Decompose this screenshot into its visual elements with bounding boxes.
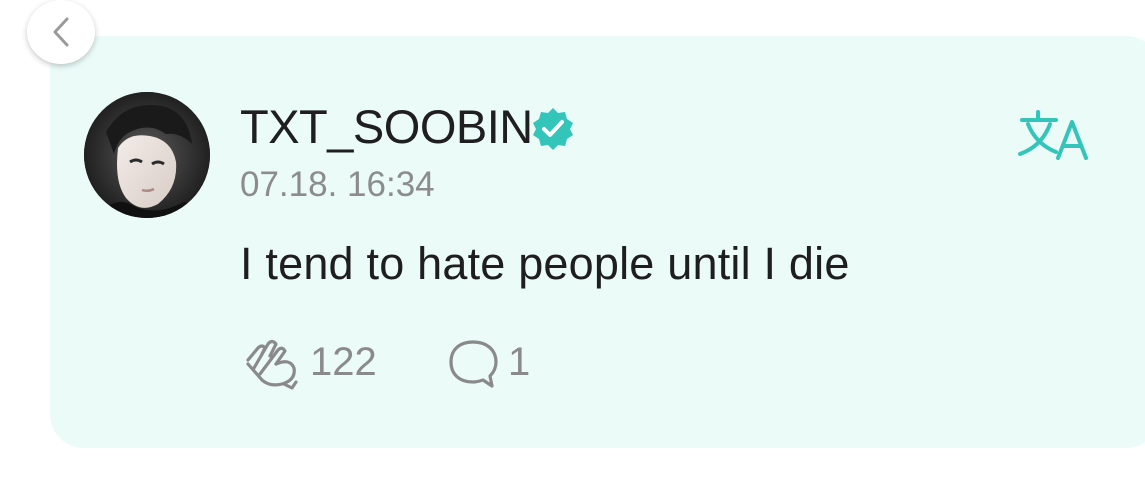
comment-bubble-icon xyxy=(449,340,498,388)
comment-count: 1 xyxy=(508,340,531,384)
avatar-image xyxy=(84,92,210,218)
username[interactable]: TXT_SOOBIN xyxy=(240,101,533,153)
post-timestamp: 07.18. 16:34 xyxy=(240,165,435,204)
chevron-left-icon xyxy=(53,17,69,47)
cheer-button[interactable]: 122 xyxy=(240,334,377,390)
comment-button[interactable]: 1 xyxy=(446,334,530,390)
screen: TXT_SOOBIN 07.18. 16:34 I tend to hate p… xyxy=(0,0,1145,481)
back-button[interactable] xyxy=(27,0,95,64)
post-text: I tend to hate people until I die xyxy=(240,238,850,289)
cheer-hand-icon xyxy=(246,339,298,390)
avatar[interactable] xyxy=(84,92,210,218)
translate-icon[interactable] xyxy=(1014,108,1094,164)
cheer-count: 122 xyxy=(310,340,377,384)
verified-badge-icon xyxy=(533,108,573,150)
